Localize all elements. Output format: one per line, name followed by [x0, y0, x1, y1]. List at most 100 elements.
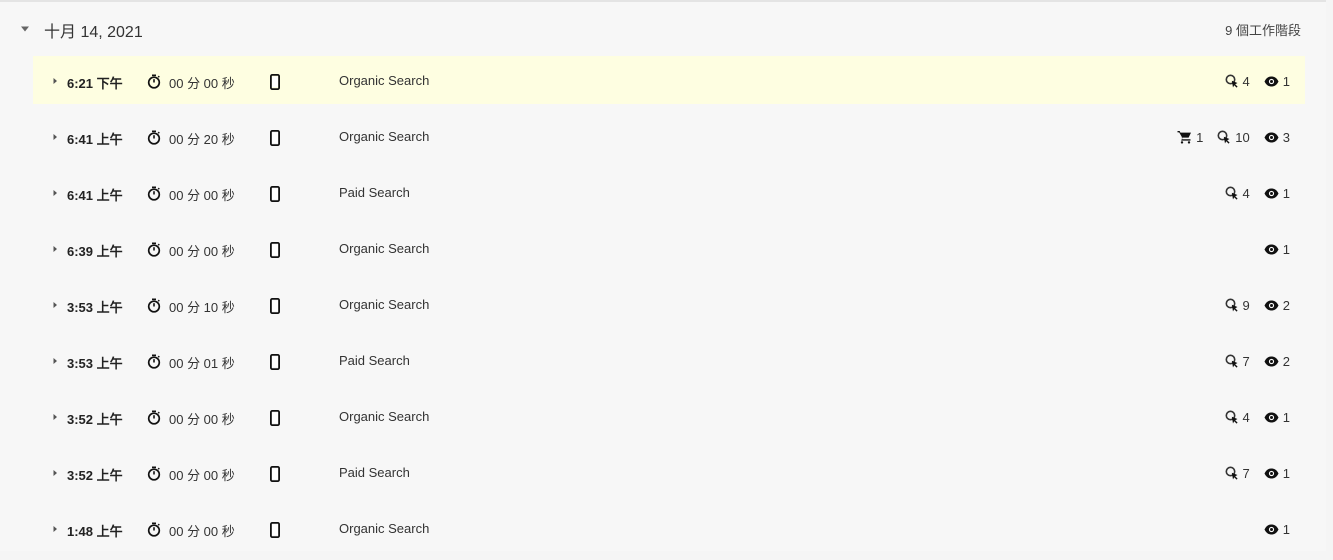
session-duration: 00 分 00 秒 [169, 188, 235, 203]
session-row[interactable]: 3:52 上午 00 分 00 秒 Organic Search 41 [33, 392, 1305, 448]
caret-right-icon[interactable] [51, 468, 59, 478]
smartphone-icon [270, 186, 280, 202]
view-count-value: 1 [1282, 73, 1290, 89]
smartphone-icon [270, 298, 280, 314]
view-count-value: 1 [1282, 465, 1290, 481]
session-list: 6:21 下午 00 分 00 秒 Organic Search 41 6:41… [33, 56, 1305, 560]
view-count: 1 [1264, 74, 1290, 89]
stopwatch-icon [147, 298, 161, 313]
session-metrics: 71 [1211, 464, 1290, 482]
session-count: 9 個工作階段 [1225, 23, 1301, 38]
sessions-panel: 十月 14, 2021 9 個工作階段 6:21 下午 00 分 00 秒 Or… [0, 0, 1326, 551]
view-count-value: 1 [1282, 409, 1290, 425]
cart-count: 1 [1177, 130, 1203, 145]
smartphone-icon [270, 410, 280, 426]
click-count-value: 9 [1242, 297, 1250, 313]
caret-right-icon[interactable] [51, 300, 59, 310]
click-count-value: 7 [1242, 353, 1250, 369]
session-time: 1:48 上午 [67, 524, 123, 539]
eye-icon [1264, 300, 1279, 311]
caret-right-icon[interactable] [51, 132, 59, 142]
collapse-day-button[interactable] [18, 22, 32, 36]
smartphone-icon [270, 74, 280, 90]
smartphone-icon [270, 466, 280, 482]
view-count: 1 [1264, 466, 1290, 481]
view-count-value: 2 [1282, 353, 1290, 369]
stopwatch-icon [147, 186, 161, 201]
click-icon [1225, 354, 1239, 368]
session-metrics: 41 [1211, 184, 1290, 202]
click-count: 4 [1225, 410, 1250, 425]
session-row[interactable]: 3:52 上午 00 分 00 秒 Paid Search 71 [33, 448, 1305, 504]
day-title: 十月 14, 2021 [44, 24, 143, 41]
session-metrics: 92 [1211, 296, 1290, 314]
click-count: 7 [1225, 354, 1250, 369]
session-duration: 00 分 00 秒 [169, 244, 235, 259]
session-time: 6:41 上午 [67, 188, 123, 203]
caret-right-icon[interactable] [51, 524, 59, 534]
traffic-channel: Organic Search [339, 521, 430, 536]
click-count-value: 4 [1242, 73, 1250, 89]
session-duration: 00 分 00 秒 [169, 468, 235, 483]
session-row[interactable]: 1:48 上午 00 分 00 秒 Organic Search 1 [33, 504, 1305, 560]
click-count-value: 4 [1242, 409, 1250, 425]
stopwatch-icon [147, 242, 161, 257]
eye-icon [1264, 524, 1279, 535]
click-icon [1225, 186, 1239, 200]
stopwatch-icon [147, 74, 161, 89]
day-header: 十月 14, 2021 9 個工作階段 [0, 2, 1326, 54]
caret-right-icon[interactable] [51, 188, 59, 198]
session-duration: 00 分 00 秒 [169, 76, 235, 91]
stopwatch-icon [147, 354, 161, 369]
eye-icon [1264, 412, 1279, 423]
view-count-value: 2 [1282, 297, 1290, 313]
traffic-channel: Organic Search [339, 241, 430, 256]
view-count: 3 [1264, 130, 1290, 145]
session-time: 3:52 上午 [67, 468, 123, 483]
click-count-value: 4 [1242, 185, 1250, 201]
session-metrics: 41 [1211, 72, 1290, 90]
session-duration: 00 分 10 秒 [169, 300, 235, 315]
session-time: 3:53 上午 [67, 356, 123, 371]
session-row[interactable]: 6:39 上午 00 分 00 秒 Organic Search 1 [33, 224, 1305, 280]
click-icon [1225, 410, 1239, 424]
session-metrics: 1 [1250, 520, 1290, 538]
smartphone-icon [270, 130, 280, 146]
session-row[interactable]: 6:41 上午 00 分 00 秒 Paid Search 41 [33, 168, 1305, 224]
session-time: 6:41 上午 [67, 132, 123, 147]
view-count: 2 [1264, 354, 1290, 369]
caret-right-icon[interactable] [51, 244, 59, 254]
view-count-value: 3 [1282, 129, 1290, 145]
view-count-value: 1 [1282, 241, 1290, 257]
click-count-value: 10 [1235, 129, 1250, 145]
session-metrics: 1 10 3 [1163, 128, 1290, 146]
traffic-channel: Organic Search [339, 297, 430, 312]
session-duration: 00 分 00 秒 [169, 524, 235, 539]
eye-icon [1264, 132, 1279, 143]
cart-icon [1177, 130, 1192, 144]
click-icon [1225, 466, 1239, 480]
stopwatch-icon [147, 130, 161, 145]
session-duration: 00 分 01 秒 [169, 356, 235, 371]
click-count: 10 [1217, 129, 1250, 145]
caret-right-icon[interactable] [51, 412, 59, 422]
session-row[interactable]: 3:53 上午 00 分 01 秒 Paid Search 72 [33, 336, 1305, 392]
stopwatch-icon [147, 410, 161, 425]
caret-right-icon[interactable] [51, 356, 59, 366]
smartphone-icon [270, 522, 280, 538]
session-row[interactable]: 3:53 上午 00 分 10 秒 Organic Search 92 [33, 280, 1305, 336]
session-row[interactable]: 6:41 上午 00 分 20 秒 Organic Search 1 10 3 [33, 112, 1305, 168]
stopwatch-icon [147, 522, 161, 537]
session-duration: 00 分 20 秒 [169, 132, 235, 147]
session-time: 6:39 上午 [67, 244, 123, 259]
session-row[interactable]: 6:21 下午 00 分 00 秒 Organic Search 41 [33, 56, 1305, 104]
caret-right-icon[interactable] [51, 76, 59, 86]
click-count: 4 [1225, 74, 1250, 89]
eye-icon [1264, 468, 1279, 479]
click-count: 7 [1225, 466, 1250, 481]
session-metrics: 41 [1211, 408, 1290, 426]
click-icon [1217, 130, 1231, 144]
traffic-channel: Paid Search [339, 185, 410, 200]
click-icon [1225, 298, 1239, 312]
click-count-value: 7 [1242, 465, 1250, 481]
